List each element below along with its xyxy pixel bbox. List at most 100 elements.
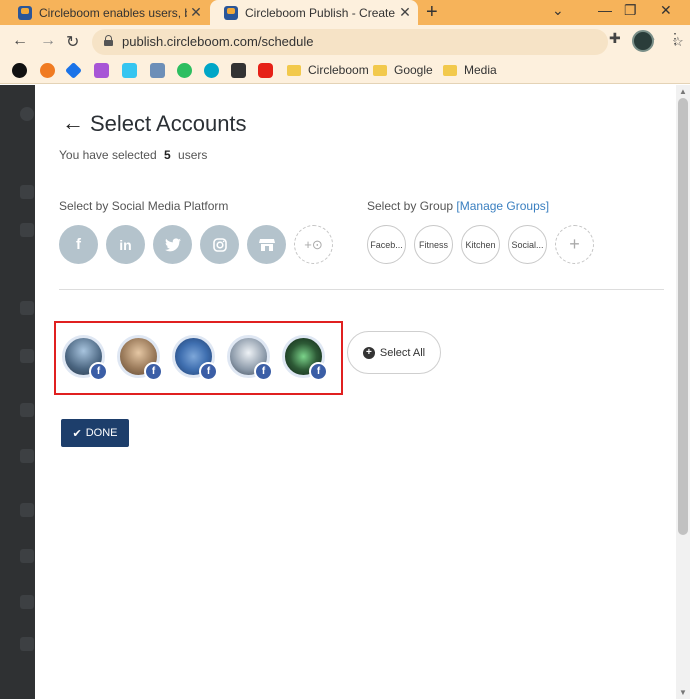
add-group-button[interactable]: + [555, 225, 594, 264]
linkedin-filter-button[interactable]: in [106, 225, 145, 264]
bookmark-app-icon[interactable] [65, 62, 82, 79]
bookmarks-bar: Circleboom Google Media [0, 58, 690, 84]
twitter-filter-button[interactable] [153, 225, 192, 264]
extensions-icon[interactable]: ✚ [609, 30, 621, 47]
scroll-up-icon[interactable]: ▲ [679, 87, 687, 96]
instagram-filter-button[interactable] [200, 225, 239, 264]
done-button[interactable]: ✔ DONE [61, 419, 129, 447]
instagram-icon [212, 237, 227, 252]
facebook-icon: f [76, 236, 81, 253]
add-platform-button[interactable]: +⊙ [294, 225, 333, 264]
bookmark-folder-media[interactable]: Media [443, 63, 497, 77]
select-all-label: Select All [379, 346, 426, 359]
group-label: Social... [511, 239, 544, 250]
bookmark-folder-google[interactable]: Google [373, 63, 433, 77]
bookmark-app-icon[interactable] [94, 63, 109, 78]
group-label: Fitness [418, 239, 448, 250]
platform-label: Select by Social Media Platform [59, 199, 229, 213]
close-icon[interactable]: ✕ [187, 4, 205, 21]
group-label: Kitchen [465, 239, 496, 250]
back-arrow-icon[interactable]: ← [62, 110, 84, 136]
check-icon: ✔ [72, 427, 82, 440]
bookmark-app-icon[interactable] [204, 63, 219, 78]
sidebar-icon[interactable] [20, 503, 34, 517]
url-field[interactable]: publish.circleboom.com/schedule ⇪ ☆ [92, 29, 684, 55]
chevron-down-icon[interactable]: ⌄ [552, 2, 564, 19]
bookmark-label: Google [394, 63, 433, 77]
account-avatar[interactable]: f [282, 335, 328, 381]
scroll-down-icon[interactable]: ▼ [679, 688, 687, 697]
facebook-icon: f [199, 362, 218, 381]
store-icon [258, 238, 275, 251]
sidebar-icon[interactable] [20, 449, 34, 463]
minimize-icon[interactable]: — [598, 2, 612, 18]
sidebar-icon[interactable] [20, 595, 34, 609]
facebook-filter-button[interactable]: f [59, 225, 98, 264]
bookmark-app-icon[interactable] [231, 63, 246, 78]
group-facebook-button[interactable]: Faceb... [367, 225, 406, 264]
plus-icon: + [569, 234, 580, 254]
forward-arrow-icon[interactable]: → [40, 32, 56, 50]
circleboom-favicon-icon [18, 5, 32, 20]
done-label: DONE [85, 427, 118, 439]
account-avatar[interactable]: f [227, 335, 273, 381]
facebook-icon: f [144, 362, 163, 381]
sidebar-icon[interactable] [20, 301, 34, 315]
avatar[interactable] [632, 30, 654, 52]
account-avatar[interactable]: f [62, 335, 108, 381]
folder-icon [373, 64, 387, 76]
sidebar-icon[interactable] [20, 349, 34, 363]
reload-icon[interactable]: ↻ [66, 32, 79, 52]
selection-summary: You have selected 5 users [59, 148, 207, 162]
group-kitchen-button[interactable]: Kitchen [461, 225, 500, 264]
tab-circleboom-home[interactable]: Circleboom enables users, brand ✕ [4, 0, 209, 25]
sidebar-icon[interactable] [20, 223, 34, 237]
selection-prefix: You have selected [59, 148, 157, 162]
maximize-icon[interactable]: ❐ [624, 2, 637, 19]
account-avatar[interactable]: f [117, 335, 163, 381]
logo-icon [20, 107, 34, 121]
google-business-filter-button[interactable] [247, 225, 286, 264]
lock-icon [104, 35, 113, 46]
url-text: publish.circleboom.com/schedule [122, 34, 314, 49]
account-avatar[interactable]: f [172, 335, 218, 381]
plus-icon[interactable]: + [426, 1, 438, 24]
bookmark-label: Circleboom [308, 63, 369, 77]
scrollbar-thumb[interactable] [678, 98, 688, 535]
group-label: Select by Group [367, 199, 454, 213]
tab-label: Circleboom enables users, brand [39, 5, 187, 20]
tab-label: Circleboom Publish - Create New [245, 5, 396, 20]
back-arrow-icon[interactable]: ← [12, 32, 28, 50]
facebook-icon: f [89, 362, 108, 381]
group-fitness-button[interactable]: Fitness [414, 225, 453, 264]
bookmark-app-icon[interactable] [177, 63, 192, 78]
facebook-icon: f [254, 362, 273, 381]
facebook-icon: f [309, 362, 328, 381]
plus-icon: +⊙ [304, 236, 323, 252]
circleboom-favicon-icon [224, 5, 238, 20]
more-icon[interactable]: ⋮ [668, 30, 682, 47]
sidebar-icon[interactable] [20, 185, 34, 199]
bookmark-app-icon[interactable] [122, 63, 137, 78]
folder-icon [287, 64, 301, 76]
window-close-icon[interactable]: ✕ [660, 2, 672, 19]
close-icon[interactable]: ✕ [396, 4, 414, 21]
group-label: Faceb... [370, 239, 403, 250]
sidebar-icon[interactable] [20, 403, 34, 417]
group-social-button[interactable]: Social... [508, 225, 547, 264]
divider [59, 289, 664, 290]
manage-groups-link[interactable]: [Manage Groups] [456, 199, 549, 213]
select-all-button[interactable]: + Select All [347, 331, 441, 374]
bookmark-folder-circleboom[interactable]: Circleboom [287, 63, 369, 77]
bookmark-app-icon[interactable] [150, 63, 165, 78]
tab-circleboom-publish[interactable]: Circleboom Publish - Create New ✕ [210, 0, 418, 25]
bookmark-app-icon[interactable] [12, 63, 27, 78]
sidebar-icon[interactable] [20, 549, 34, 563]
scrollbar[interactable]: ▲ ▼ [676, 85, 690, 699]
sidebar-icon[interactable] [20, 637, 34, 651]
bookmark-app-icon[interactable] [40, 63, 55, 78]
selection-suffix: users [178, 148, 208, 162]
app-sidebar [0, 85, 35, 699]
youtube-icon[interactable] [258, 63, 273, 78]
linkedin-icon: in [119, 236, 132, 253]
